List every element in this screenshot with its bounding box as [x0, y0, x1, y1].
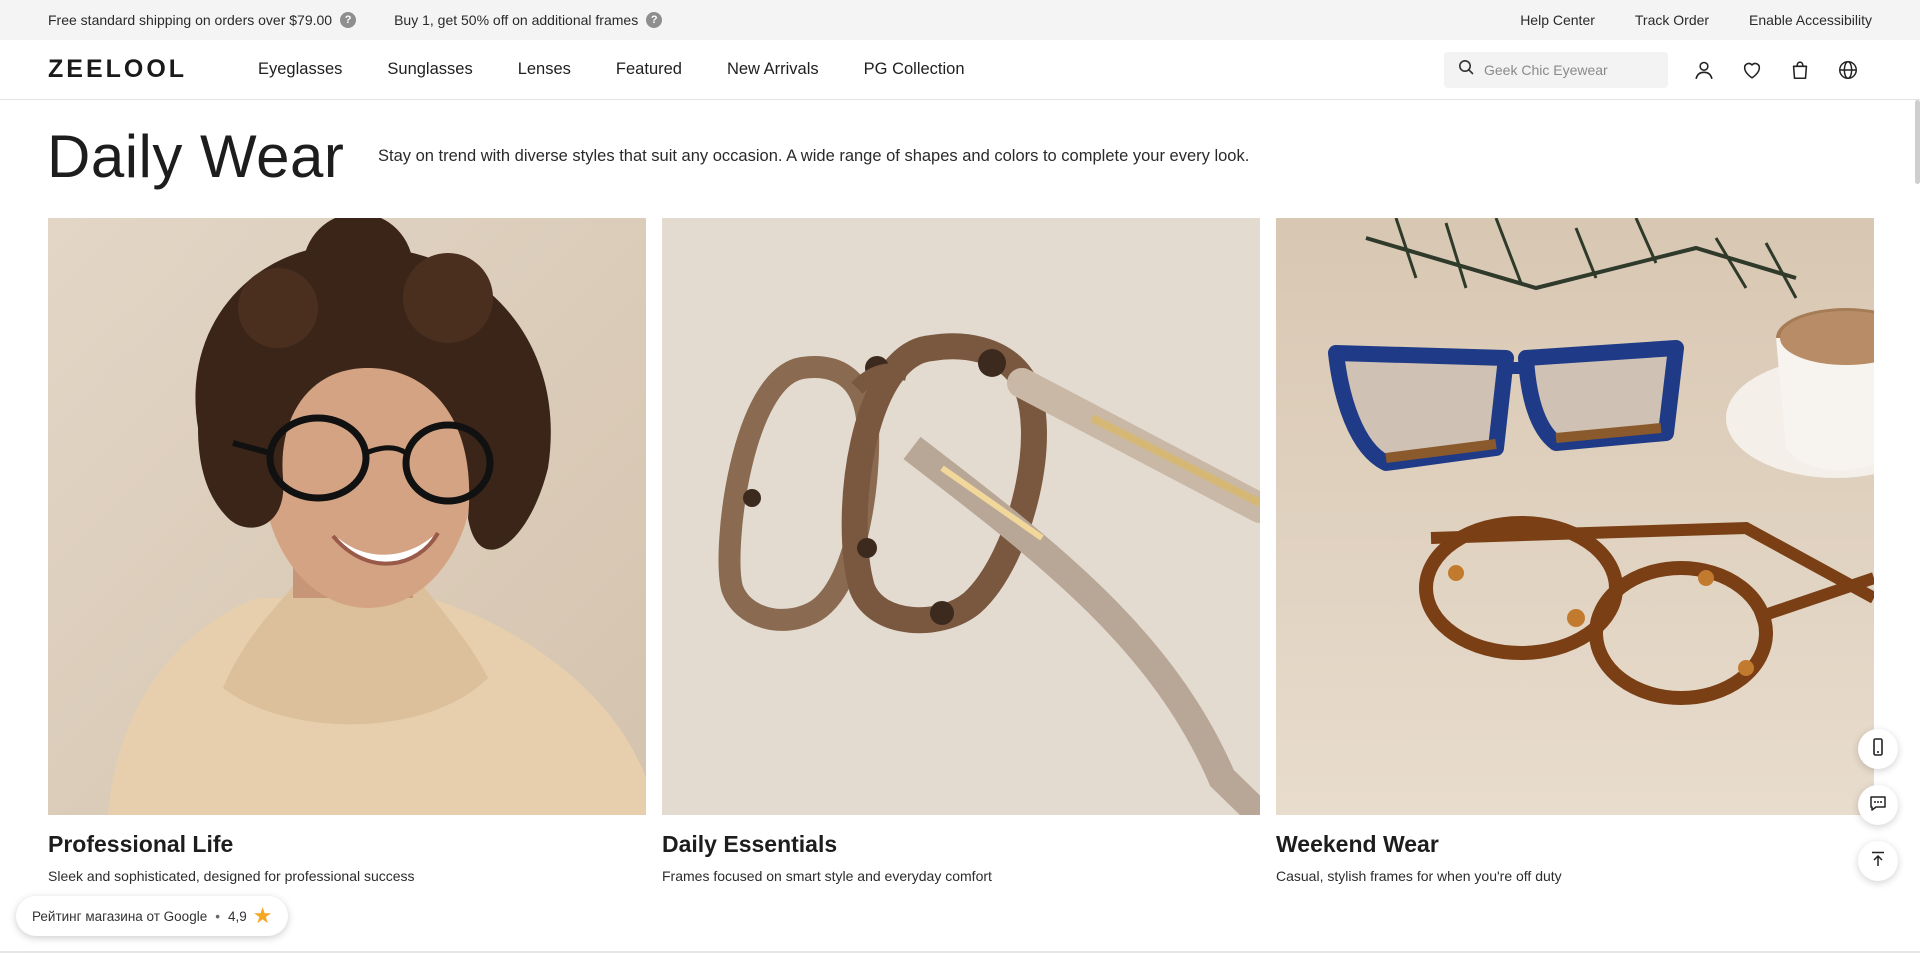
page-scrollbar[interactable] — [1915, 100, 1920, 184]
header-tools — [1444, 50, 1872, 90]
search-input[interactable] — [1484, 61, 1654, 78]
accessibility-link[interactable]: Enable Accessibility — [1749, 12, 1872, 28]
page-description: Stay on trend with diverse styles that s… — [378, 147, 1250, 165]
promo-frames-discount[interactable]: Buy 1, get 50% off on additional frames … — [394, 12, 663, 28]
promo-list: Free standard shipping on orders over $7… — [48, 12, 700, 28]
account-icon[interactable] — [1680, 50, 1728, 90]
chat-button[interactable] — [1858, 785, 1898, 825]
star-icon: ★ — [252, 903, 273, 928]
google-rating-badge[interactable]: Рейтинг магазина от Google • 4,9 ★ — [16, 896, 289, 936]
nav-eyeglasses[interactable]: Eyeglasses — [258, 60, 342, 79]
card-subtitle: Casual, stylish frames for when you're o… — [1276, 868, 1562, 884]
rating-separator: • — [215, 908, 220, 924]
nav-lenses[interactable]: Lenses — [518, 60, 571, 79]
wishlist-icon[interactable] — [1728, 50, 1776, 90]
utility-links: Help Center Track Order Enable Accessibi… — [1480, 12, 1872, 28]
language-icon[interactable] — [1824, 50, 1872, 90]
cart-icon[interactable] — [1776, 50, 1824, 90]
track-order-link[interactable]: Track Order — [1635, 12, 1709, 28]
card-title[interactable]: Professional Life — [48, 831, 646, 858]
mobile-app-icon — [1868, 737, 1888, 762]
logo[interactable]: ZEELOOL — [48, 55, 258, 84]
page-title: Daily Wear — [47, 123, 345, 190]
card-title[interactable]: Weekend Wear — [1276, 831, 1874, 858]
woman-with-glasses-image[interactable] — [48, 218, 646, 815]
announcement-bar: Free standard shipping on orders over $7… — [0, 0, 1920, 40]
card-subtitle: Frames focused on smart style and everyd… — [662, 868, 992, 884]
mobile-app-button[interactable] — [1858, 729, 1898, 769]
search-icon — [1458, 59, 1474, 80]
help-icon[interactable]: ? — [646, 12, 663, 28]
back-to-top-icon — [1868, 849, 1888, 874]
nav-sunglasses[interactable]: Sunglasses — [387, 60, 472, 79]
chat-icon — [1868, 793, 1888, 818]
category-card-weekend-wear[interactable]: Weekend Wear Casual, stylish frames for … — [1276, 218, 1874, 884]
main-nav: Eyeglasses Sunglasses Lenses Featured Ne… — [258, 60, 1010, 79]
nav-pg-collection[interactable]: PG Collection — [864, 60, 965, 79]
tortoise-frames-image[interactable] — [662, 218, 1260, 815]
nav-featured[interactable]: Featured — [616, 60, 682, 79]
promo-text: Buy 1, get 50% off on additional frames — [394, 12, 639, 28]
promo-free-shipping[interactable]: Free standard shipping on orders over $7… — [48, 12, 357, 28]
card-title[interactable]: Daily Essentials — [662, 831, 1260, 858]
search-box[interactable] — [1444, 51, 1668, 88]
rating-score: 4,9 — [227, 908, 247, 924]
rating-label: Рейтинг магазина от Google — [32, 908, 208, 924]
card-subtitle: Sleek and sophisticated, designed for pr… — [48, 868, 415, 884]
two-glasses-with-coffee-image[interactable] — [1276, 218, 1874, 815]
category-card-daily-essentials[interactable]: Daily Essentials Frames focused on smart… — [662, 218, 1260, 884]
promo-text: Free standard shipping on orders over $7… — [48, 12, 333, 28]
category-card-professional[interactable]: Professional Life Sleek and sophisticate… — [48, 218, 646, 884]
nav-new-arrivals[interactable]: New Arrivals — [727, 60, 819, 79]
back-to-top-button[interactable] — [1858, 841, 1898, 881]
help-center-link[interactable]: Help Center — [1520, 12, 1595, 28]
site-header: ZEELOOL Eyeglasses Sunglasses Lenses Fea… — [0, 40, 1920, 100]
help-icon[interactable]: ? — [340, 12, 357, 28]
